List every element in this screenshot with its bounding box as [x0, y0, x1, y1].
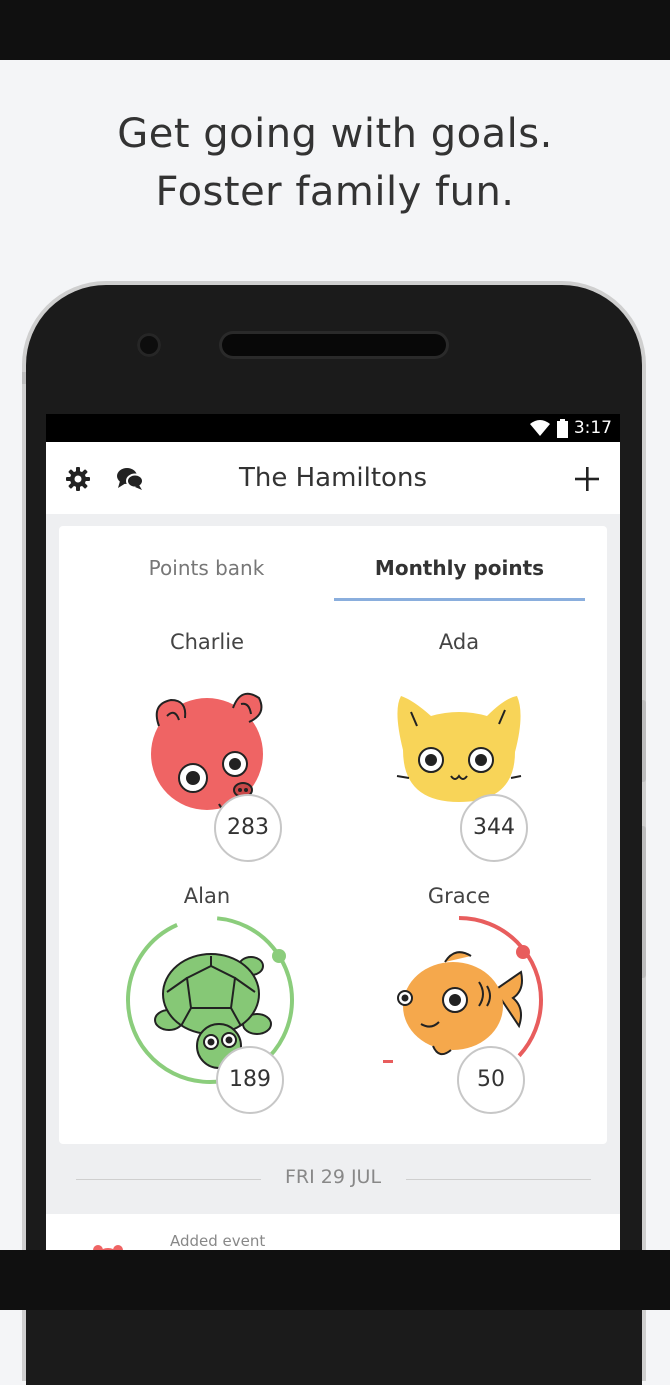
tab-points-bank[interactable]: Points bank — [81, 526, 332, 602]
member-alan[interactable]: Alan 189 — [77, 880, 337, 1130]
wifi-icon — [529, 420, 550, 436]
member-name: Ada — [438, 630, 480, 654]
phone-screen: 3:17 The Hamiltons Points bank Monthly p… — [46, 414, 620, 1250]
points-badge: 50 — [457, 1046, 525, 1114]
member-name: Grace — [427, 884, 491, 908]
bottom-letterbox — [0, 1250, 670, 1310]
feed-date: FRI 29 JUL — [284, 1166, 382, 1188]
pig-icon — [93, 1245, 123, 1250]
member-charlie[interactable]: Charlie 283 — [77, 626, 337, 876]
points-badge: 283 — [214, 794, 282, 862]
headline-line-1: Get going with goals. — [117, 111, 553, 157]
divider-line — [406, 1179, 591, 1180]
member-name: Charlie — [169, 630, 245, 654]
tab-monthly-points[interactable]: Monthly points — [334, 526, 585, 602]
feed-item-title: Added event — [170, 1232, 266, 1250]
status-bar: 3:17 — [46, 414, 620, 442]
points-badge: 189 — [216, 1046, 284, 1114]
front-camera — [137, 333, 161, 357]
battery-icon — [556, 418, 568, 438]
cat-icon — [396, 696, 522, 802]
active-tab-indicator — [334, 598, 585, 601]
feed-item[interactable]: Added event — [46, 1214, 620, 1250]
add-button[interactable] — [572, 464, 602, 494]
earpiece-speaker — [222, 334, 446, 356]
app-bar: The Hamiltons — [46, 442, 620, 514]
app-title: The Hamiltons — [238, 463, 427, 493]
plus-icon — [575, 467, 599, 491]
points-card: Points bank Monthly points Charlie 283 A… — [59, 526, 607, 1144]
top-letterbox — [0, 0, 670, 60]
status-time: 3:17 — [573, 418, 612, 438]
member-grace[interactable]: Grace 50 — [329, 880, 589, 1130]
feed-date-divider: FRI 29 JUL — [46, 1166, 620, 1192]
headline-line-2: Foster family fun. — [155, 169, 515, 215]
headline: Get going with goals. Foster family fun. — [0, 105, 670, 221]
points-badge: 344 — [460, 794, 528, 862]
member-name: Alan — [183, 884, 231, 908]
member-ada[interactable]: Ada 344 — [329, 626, 589, 876]
